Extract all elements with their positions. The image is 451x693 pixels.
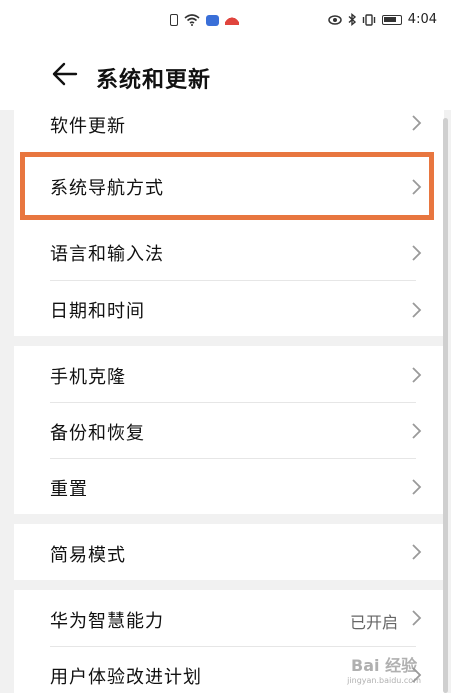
chevron-right-icon xyxy=(412,115,422,131)
row-label: 软件更新 xyxy=(50,116,126,137)
status-system-icons: 4:04 xyxy=(328,12,437,27)
scrollbar[interactable] xyxy=(443,118,448,693)
settings-group-backup: 手机克隆 备份和恢复 重置 xyxy=(14,346,444,514)
sim-card-icon xyxy=(170,14,178,26)
row-label: 语言和输入法 xyxy=(50,244,164,265)
row-huawei-smart[interactable]: 华为智慧能力 已开启 xyxy=(14,590,444,646)
chevron-right-icon xyxy=(412,245,422,261)
row-software-update[interactable]: 软件更新 xyxy=(14,110,444,146)
row-status-value: 已开启 xyxy=(349,613,398,632)
status-time: 4:04 xyxy=(407,12,437,27)
row-system-navigation[interactable]: 系统导航方式 xyxy=(14,154,444,220)
page-title: 系统和更新 xyxy=(96,68,212,93)
battery-icon xyxy=(381,14,402,25)
page-header: 系统和更新 xyxy=(0,40,451,110)
huawei-logo-icon xyxy=(225,15,239,25)
row-label: 简易模式 xyxy=(50,545,126,566)
settings-screen: 4:04 系统和更新 软件更新 系统导航方式 语言和输入法 日期和时间 手机克隆… xyxy=(0,0,451,693)
watermark-brand: Bai 经验 xyxy=(351,656,418,675)
settings-group-simple-mode: 简易模式 xyxy=(14,524,444,580)
row-label: 用户体验改进计划 xyxy=(50,667,202,688)
chevron-right-icon xyxy=(412,544,422,560)
row-label: 手机克隆 xyxy=(50,367,126,388)
cloud-icon xyxy=(206,14,219,26)
row-label: 系统导航方式 xyxy=(50,178,164,199)
row-language-input[interactable]: 语言和输入法 xyxy=(14,224,444,280)
baidu-watermark: Bai 经验 jingyan.baidu.com xyxy=(347,652,421,685)
back-arrow-icon[interactable] xyxy=(48,60,78,88)
row-date-time[interactable]: 日期和时间 xyxy=(14,281,444,336)
vibrate-icon xyxy=(362,13,375,26)
row-reset[interactable]: 重置 xyxy=(14,459,444,514)
row-phone-clone[interactable]: 手机克隆 xyxy=(14,346,444,402)
chevron-right-icon xyxy=(412,367,422,383)
status-bar: 4:04 xyxy=(0,0,451,40)
row-backup-restore[interactable]: 备份和恢复 xyxy=(14,403,444,458)
chevron-right-icon xyxy=(412,610,422,626)
row-label: 备份和恢复 xyxy=(50,423,145,444)
wifi-icon xyxy=(184,14,200,26)
watermark-url: jingyan.baidu.com xyxy=(347,676,421,685)
chevron-right-icon xyxy=(412,302,422,318)
row-label: 华为智慧能力 xyxy=(50,611,164,632)
settings-group-system: 软件更新 系统导航方式 语言和输入法 日期和时间 xyxy=(14,110,444,336)
chevron-right-icon xyxy=(412,479,422,495)
row-label: 日期和时间 xyxy=(50,301,145,322)
row-simple-mode[interactable]: 简易模式 xyxy=(14,524,444,580)
eye-comfort-icon xyxy=(328,14,342,25)
chevron-right-icon xyxy=(412,179,422,195)
row-label: 重置 xyxy=(50,479,88,500)
bluetooth-icon xyxy=(348,13,356,26)
chevron-right-icon xyxy=(412,423,422,439)
status-notification-icons xyxy=(170,14,239,26)
